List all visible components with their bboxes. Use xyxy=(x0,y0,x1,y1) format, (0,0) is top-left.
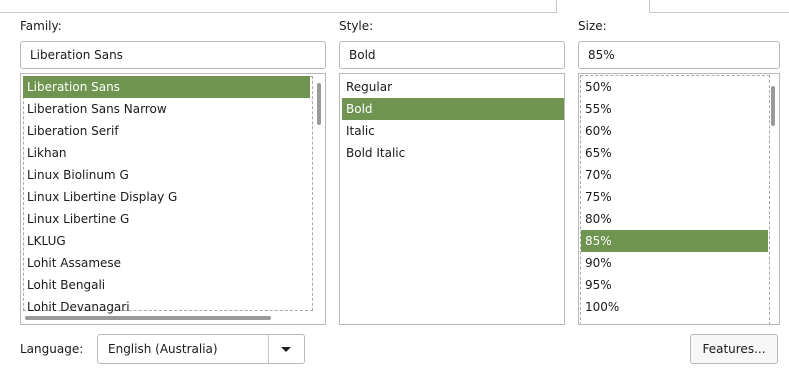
family-list-item[interactable]: Likhan xyxy=(23,142,310,164)
style-label: Style: xyxy=(339,19,374,33)
family-list-item[interactable]: Linux Libertine G xyxy=(23,208,310,230)
family-list-item[interactable]: Linux Biolinum G xyxy=(23,164,310,186)
tab-strip xyxy=(0,0,789,14)
size-list-item[interactable]: 85% xyxy=(581,230,768,252)
language-label: Language: xyxy=(20,342,84,356)
size-list[interactable]: 50% 55% 60% 65% 70% 75% 80% 85% 90% 95% 100% xyxy=(578,73,780,325)
size-list-item[interactable]: 60% xyxy=(581,120,768,142)
language-select[interactable]: English (Australia) xyxy=(97,334,305,364)
size-list-item[interactable]: 65% xyxy=(581,142,768,164)
style-list[interactable]: Regular Bold Italic Bold Italic xyxy=(339,73,565,325)
style-list-item[interactable]: Bold Italic xyxy=(342,142,564,164)
family-list-item[interactable]: Liberation Sans xyxy=(23,76,310,98)
family-list-item[interactable]: Linux Libertine Display G xyxy=(23,186,310,208)
size-list-item[interactable]: 50% xyxy=(581,76,768,98)
size-list-item[interactable]: 70% xyxy=(581,164,768,186)
family-list-item[interactable]: Lohit Bengali xyxy=(23,274,310,296)
family-list[interactable]: Liberation Sans Liberation Sans Narrow Lib… xyxy=(20,73,326,325)
size-list-item[interactable]: 55% xyxy=(581,98,768,120)
style-input[interactable]: Bold xyxy=(339,41,565,69)
family-list-item[interactable]: Lohit Assamese xyxy=(23,252,310,274)
size-list-item[interactable]: 100% xyxy=(581,296,768,318)
size-label: Size: xyxy=(578,19,607,33)
family-input[interactable]: Liberation Sans xyxy=(20,41,326,69)
size-list-item[interactable]: 90% xyxy=(581,252,768,274)
language-value: English (Australia) xyxy=(108,342,218,356)
size-input[interactable]: 85% xyxy=(578,41,780,69)
family-list-item[interactable]: Lohit Devanagari xyxy=(23,296,310,318)
style-list-item[interactable]: Regular xyxy=(342,76,564,98)
active-tab[interactable] xyxy=(556,0,650,13)
family-vertical-scrollbar[interactable] xyxy=(317,83,321,125)
size-list-item[interactable]: 80% xyxy=(581,208,768,230)
size-list-item[interactable]: 75% xyxy=(581,186,768,208)
family-list-item[interactable]: Liberation Serif xyxy=(23,120,310,142)
family-list-item[interactable]: Liberation Sans Narrow xyxy=(23,98,310,120)
style-list-item[interactable]: Bold xyxy=(342,98,564,120)
family-list-item[interactable]: LKLUG xyxy=(23,230,310,252)
tab-divider xyxy=(0,12,556,13)
size-vertical-scrollbar[interactable] xyxy=(771,86,775,126)
size-list-item[interactable]: 95% xyxy=(581,274,768,296)
tab-divider xyxy=(649,12,789,13)
style-list-item[interactable]: Italic xyxy=(342,120,564,142)
family-label: Family: xyxy=(20,19,62,33)
chevron-down-icon[interactable] xyxy=(281,347,291,352)
features-button[interactable]: Features... xyxy=(690,334,778,364)
